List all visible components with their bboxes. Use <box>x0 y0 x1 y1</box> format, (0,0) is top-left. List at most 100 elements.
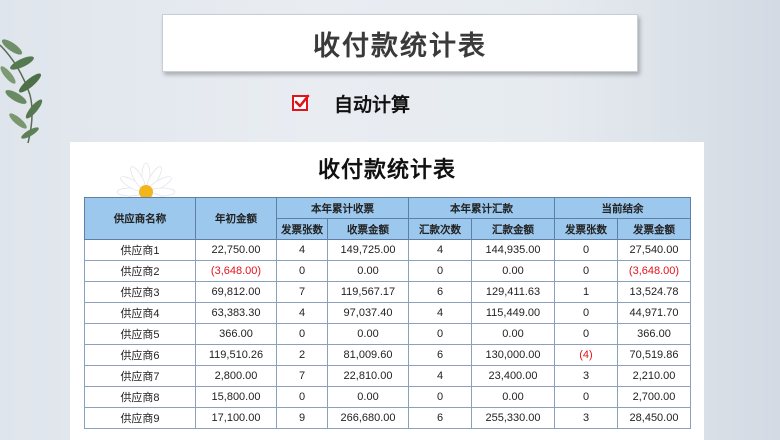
opening-amount-cell[interactable]: 2,800.00 <box>195 365 277 387</box>
invoice-count-cell[interactable]: 2 <box>276 344 328 366</box>
opening-amount-cell[interactable]: (3,648.00) <box>195 260 277 282</box>
payment-amount-cell[interactable]: 23,400.00 <box>471 365 555 387</box>
supplier-name-cell[interactable]: 供应商5 <box>84 323 196 345</box>
auto-calc-row[interactable]: 自动计算 <box>292 90 410 116</box>
payment-count-cell[interactable]: 0 <box>408 323 472 345</box>
payment-count-cell[interactable]: 4 <box>408 239 472 261</box>
opening-amount-cell[interactable]: 69,812.00 <box>195 281 277 303</box>
auto-calc-label: 自动计算 <box>334 93 411 116</box>
balance-count-cell[interactable]: 1 <box>554 281 618 303</box>
group-header-payments[interactable]: 本年累计汇款 <box>408 197 555 219</box>
balance-amount-cell[interactable]: 2,210.00 <box>617 365 691 387</box>
table-row: 供应商3 69,812.00 7 119,567.17 6 129,411.63 1 13,5… <box>84 281 691 303</box>
invoice-amount-cell[interactable]: 0.00 <box>327 323 409 345</box>
col-header-supplier[interactable]: 供应商名称 <box>84 197 196 240</box>
invoice-amount-cell[interactable]: 119,567.17 <box>327 281 409 303</box>
invoice-count-cell[interactable]: 7 <box>276 281 328 303</box>
payment-amount-cell[interactable]: 130,000.00 <box>471 344 555 366</box>
balance-amount-cell[interactable]: 28,450.00 <box>617 407 691 429</box>
invoice-amount-cell[interactable]: 266,680.00 <box>327 407 409 429</box>
spreadsheet-panel: 收付款统计表 供应商名称 年初金额 本年累计收票 本年累计汇款 当前结余 发票张… <box>70 142 704 440</box>
balance-amount-cell[interactable]: 366.00 <box>617 323 691 345</box>
invoice-amount-cell[interactable]: 22,810.00 <box>327 365 409 387</box>
opening-amount-cell[interactable]: 63,383.30 <box>195 302 277 324</box>
balance-count-cell[interactable]: (4) <box>554 344 618 366</box>
invoice-count-cell[interactable]: 4 <box>276 239 328 261</box>
table-row: 供应商2 (3,648.00) 0 0.00 0 0.00 0 (3,648.00) <box>84 260 691 282</box>
table-row: 供应商8 15,800.00 0 0.00 0 0.00 0 2,700.00 <box>84 386 691 408</box>
payment-amount-cell[interactable]: 0.00 <box>471 386 555 408</box>
auto-calc-checkbox[interactable] <box>292 94 310 111</box>
table-row: 供应商7 2,800.00 7 22,810.00 4 23,400.00 3 2,210.0… <box>84 365 691 387</box>
payment-count-cell[interactable]: 4 <box>408 365 472 387</box>
invoice-amount-cell[interactable]: 0.00 <box>327 386 409 408</box>
invoice-amount-cell[interactable]: 97,037.40 <box>327 302 409 324</box>
col-header-opening[interactable]: 年初金额 <box>195 197 277 240</box>
table-row: 供应商4 63,383.30 4 97,037.40 4 115,449.00 0 44,97… <box>84 302 691 324</box>
balance-count-cell[interactable]: 3 <box>554 407 618 429</box>
supplier-name-cell[interactable]: 供应商4 <box>84 302 196 324</box>
supplier-name-cell[interactable]: 供应商2 <box>84 260 196 282</box>
table-row: 供应商9 17,100.00 9 266,680.00 6 255,330.00 3 28,4… <box>84 407 691 429</box>
col-header-payment-count[interactable]: 汇款次数 <box>408 218 472 240</box>
balance-amount-cell[interactable]: 44,971.70 <box>617 302 691 324</box>
payment-count-cell[interactable]: 6 <box>408 407 472 429</box>
table-row: 供应商1 22,750.00 4 149,725.00 4 144,935.00 0 27,5… <box>84 239 691 261</box>
table-row: 供应商5 366.00 0 0.00 0 0.00 0 366.00 <box>84 323 691 345</box>
col-header-invoice-count[interactable]: 发票张数 <box>276 218 328 240</box>
payment-count-cell[interactable]: 4 <box>408 302 472 324</box>
supplier-name-cell[interactable]: 供应商3 <box>84 281 196 303</box>
payment-count-cell[interactable]: 0 <box>408 386 472 408</box>
supplier-name-cell[interactable]: 供应商1 <box>84 239 196 261</box>
payment-amount-cell[interactable]: 255,330.00 <box>471 407 555 429</box>
balance-amount-cell[interactable]: (3,648.00) <box>617 260 691 282</box>
table-row: 供应商6 119,510.26 2 81,009.60 6 130,000.00 (4) 70… <box>84 344 691 366</box>
balance-amount-cell[interactable]: 70,519.86 <box>617 344 691 366</box>
invoice-amount-cell[interactable]: 81,009.60 <box>327 344 409 366</box>
balance-count-cell[interactable]: 0 <box>554 323 618 345</box>
balance-count-cell[interactable]: 3 <box>554 365 618 387</box>
group-header-balance[interactable]: 当前结余 <box>554 197 691 219</box>
payment-amount-cell[interactable]: 115,449.00 <box>471 302 555 324</box>
col-header-invoice-amount[interactable]: 收票金额 <box>327 218 409 240</box>
col-header-payment-amount[interactable]: 汇款金额 <box>471 218 555 240</box>
supplier-name-cell[interactable]: 供应商9 <box>84 407 196 429</box>
checkmark-icon <box>294 94 310 108</box>
supplier-name-cell[interactable]: 供应商6 <box>84 344 196 366</box>
payment-count-cell[interactable]: 6 <box>408 281 472 303</box>
balance-amount-cell[interactable]: 27,540.00 <box>617 239 691 261</box>
invoice-count-cell[interactable]: 4 <box>276 302 328 324</box>
balance-amount-cell[interactable]: 13,524.78 <box>617 281 691 303</box>
opening-amount-cell[interactable]: 366.00 <box>195 323 277 345</box>
col-header-balance-invoice-count[interactable]: 发票张数 <box>554 218 618 240</box>
invoice-count-cell[interactable]: 0 <box>276 323 328 345</box>
header-title-box: 收付款统计表 <box>162 14 638 72</box>
invoice-count-cell[interactable]: 7 <box>276 365 328 387</box>
col-header-balance-invoice-amount[interactable]: 发票金额 <box>617 218 691 240</box>
balance-count-cell[interactable]: 0 <box>554 239 618 261</box>
opening-amount-cell[interactable]: 17,100.00 <box>195 407 277 429</box>
opening-amount-cell[interactable]: 119,510.26 <box>195 344 277 366</box>
balance-count-cell[interactable]: 0 <box>554 260 618 282</box>
group-header-receipts[interactable]: 本年累计收票 <box>276 197 409 219</box>
payment-amount-cell[interactable]: 0.00 <box>471 323 555 345</box>
invoice-amount-cell[interactable]: 0.00 <box>327 260 409 282</box>
balance-count-cell[interactable]: 0 <box>554 386 618 408</box>
payment-count-cell[interactable]: 0 <box>408 260 472 282</box>
balance-count-cell[interactable]: 0 <box>554 302 618 324</box>
invoice-count-cell[interactable]: 9 <box>276 407 328 429</box>
statistics-table: 供应商名称 年初金额 本年累计收票 本年累计汇款 当前结余 发票张数 收票金额 … <box>84 197 691 429</box>
supplier-name-cell[interactable]: 供应商7 <box>84 365 196 387</box>
balance-amount-cell[interactable]: 2,700.00 <box>617 386 691 408</box>
payment-amount-cell[interactable]: 0.00 <box>471 260 555 282</box>
opening-amount-cell[interactable]: 22,750.00 <box>195 239 277 261</box>
payment-count-cell[interactable]: 6 <box>408 344 472 366</box>
invoice-count-cell[interactable]: 0 <box>276 386 328 408</box>
plant-leaves-icon <box>0 39 43 144</box>
invoice-amount-cell[interactable]: 149,725.00 <box>327 239 409 261</box>
payment-amount-cell[interactable]: 144,935.00 <box>471 239 555 261</box>
invoice-count-cell[interactable]: 0 <box>276 260 328 282</box>
supplier-name-cell[interactable]: 供应商8 <box>84 386 196 408</box>
payment-amount-cell[interactable]: 129,411.63 <box>471 281 555 303</box>
opening-amount-cell[interactable]: 15,800.00 <box>195 386 277 408</box>
